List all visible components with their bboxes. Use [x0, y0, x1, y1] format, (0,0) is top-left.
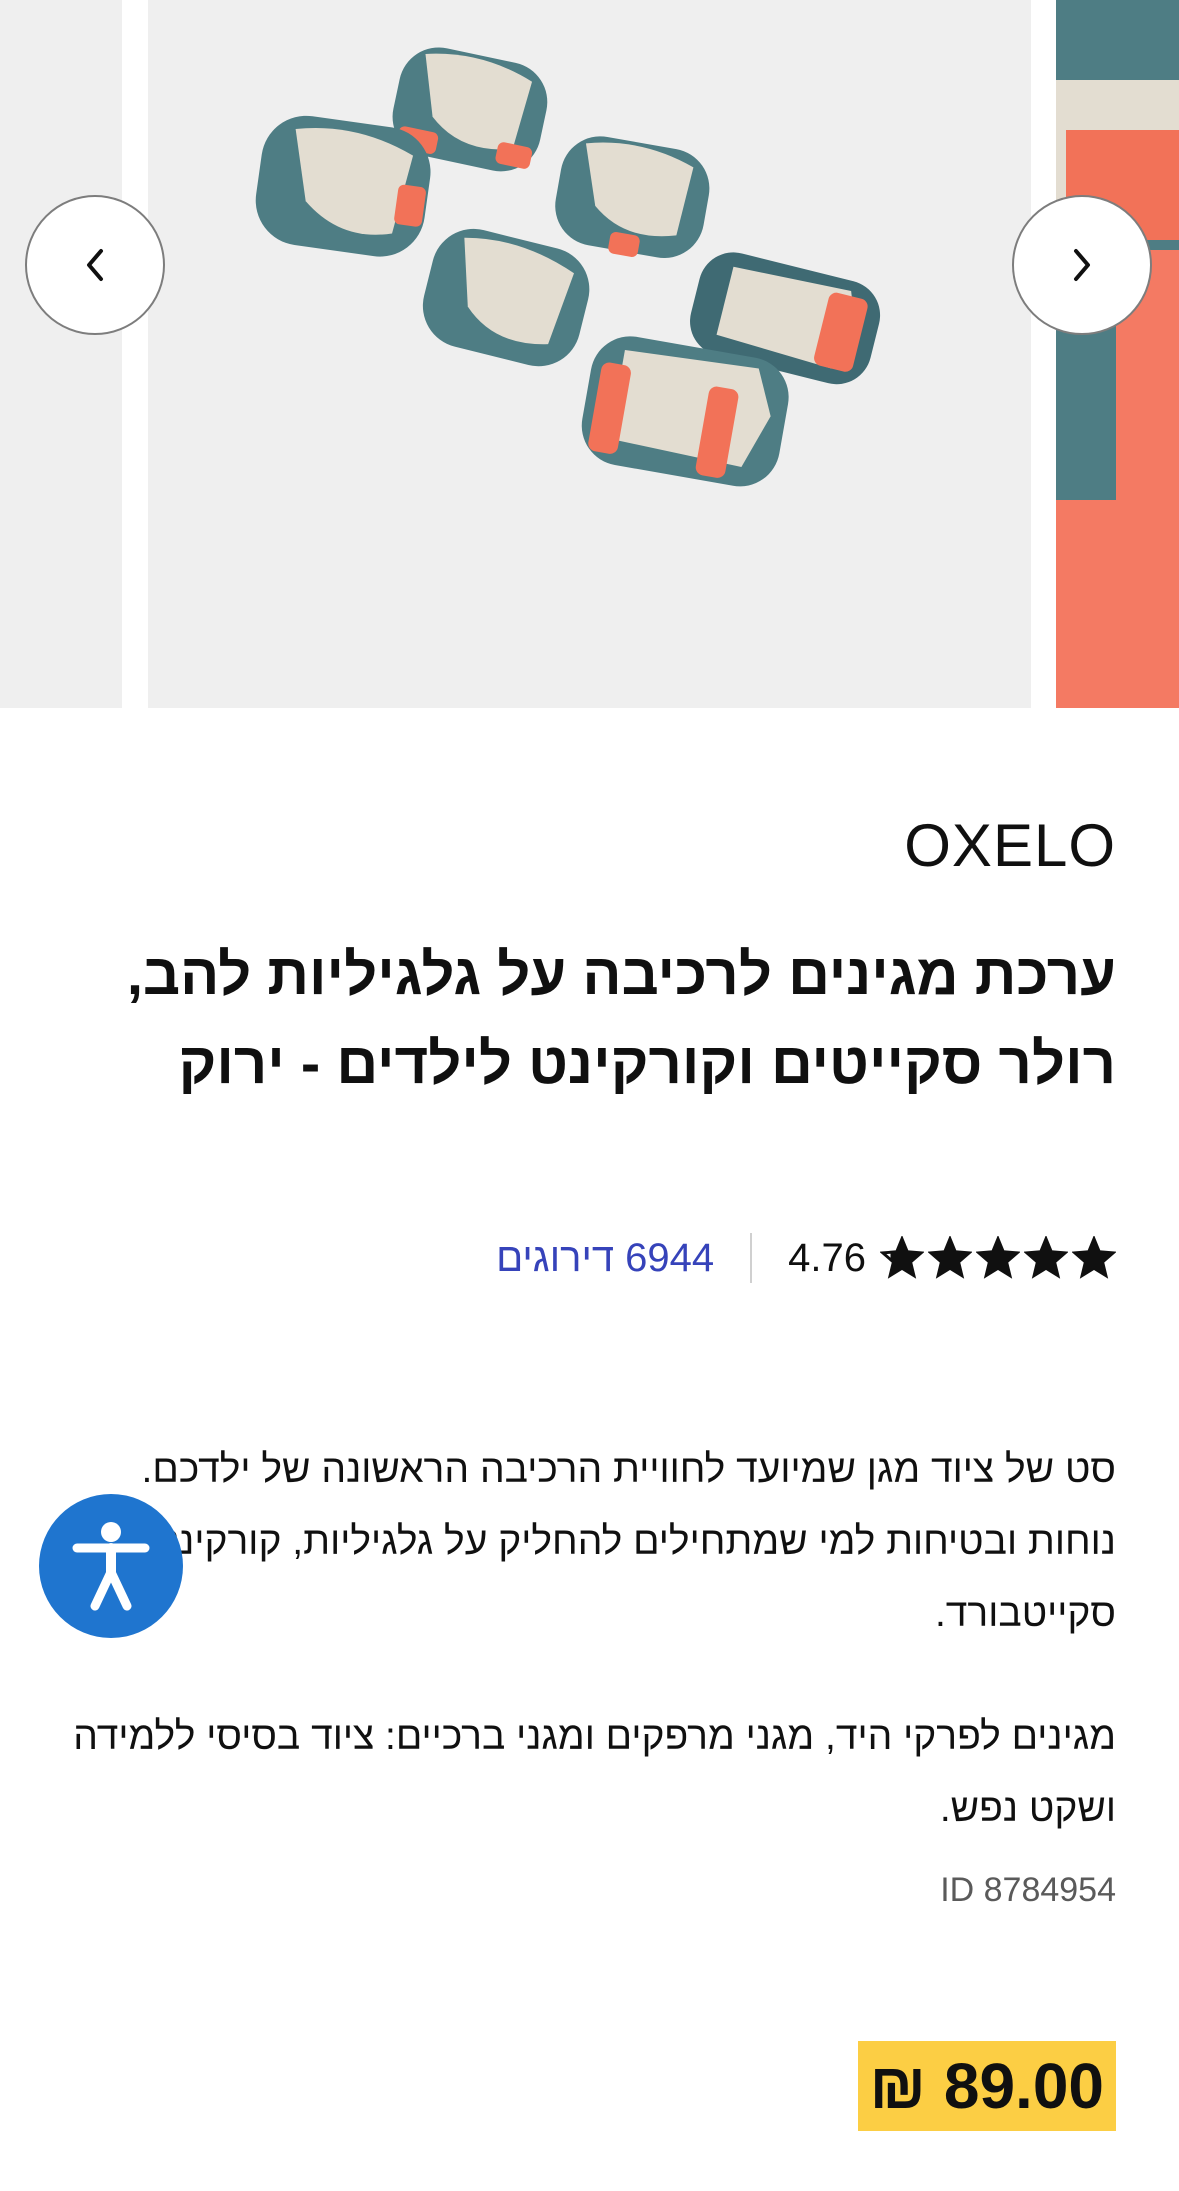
product-title: ערכת מגינים לרכיבה על גלגיליות להב, רולר…	[126, 942, 1116, 1096]
brand-name[interactable]: OXELO	[904, 811, 1116, 880]
gallery-prev-button[interactable]	[25, 195, 165, 335]
gallery-slide-current[interactable]	[148, 0, 1031, 708]
star-icon	[1024, 1236, 1068, 1279]
gallery-next-button[interactable]	[1012, 195, 1152, 335]
product-image-gallery	[0, 0, 1179, 708]
accessibility-icon	[72, 1522, 150, 1611]
star-icon	[928, 1236, 972, 1279]
product-description-paragraph: סט של ציוד מגן שמיועד לחוויית הרכיבה הרא…	[108, 1448, 1116, 1635]
gallery-slide-next[interactable]	[1056, 0, 1179, 708]
star-icon	[976, 1236, 1020, 1279]
rating-divider	[750, 1233, 753, 1283]
product-id: ID 8784954	[940, 1871, 1116, 1909]
reviews-count: 6944	[625, 1235, 715, 1280]
chevron-left-icon	[87, 249, 103, 281]
star-icon	[1072, 1236, 1116, 1279]
reviews-link[interactable]: 6944 דירוגים	[496, 1236, 714, 1281]
product-description-paragraph: מגינים לפרקי היד, מגני מרפקים ומגני ברכי…	[73, 1715, 1116, 1830]
rating-stars	[880, 1236, 1116, 1280]
accessibility-button[interactable]	[39, 1494, 183, 1638]
rating-value: 4.76	[788, 1235, 866, 1280]
product-image	[148, 0, 1031, 708]
rating-summary: 4.76 6944 דירוגים	[496, 1230, 1116, 1286]
star-icon	[880, 1236, 924, 1279]
product-price: ₪ 89.00	[857, 2041, 1116, 2131]
chevron-right-icon	[1074, 249, 1090, 281]
reviews-label: דירוגים	[496, 1235, 615, 1280]
gallery-slide-previous[interactable]	[0, 0, 122, 708]
